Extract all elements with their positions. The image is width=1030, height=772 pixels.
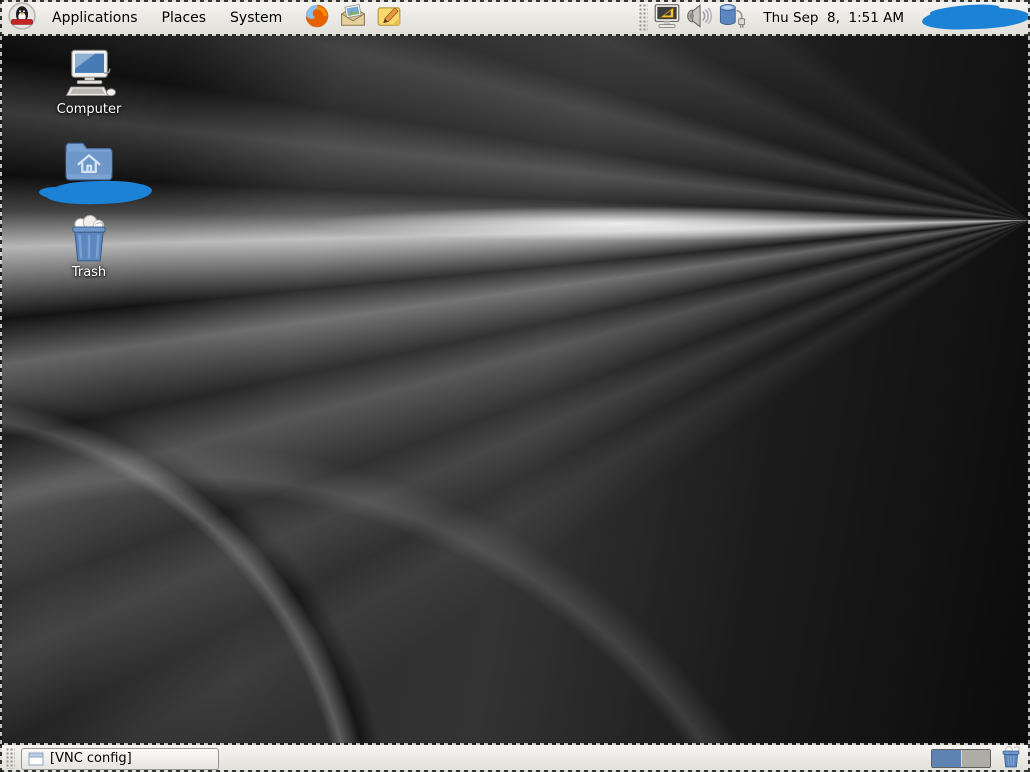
window-button-label: [VNC config] xyxy=(50,751,132,766)
email-launcher[interactable] xyxy=(338,3,368,33)
window-icon xyxy=(28,752,44,766)
firefox-launcher[interactable] xyxy=(302,3,332,33)
window-list-button-vnc-config[interactable]: [VNC config] xyxy=(21,747,219,770)
trash-icon-label: Trash xyxy=(71,265,107,280)
redaction-scribble-home-label xyxy=(45,179,153,206)
power-tray[interactable] xyxy=(715,3,747,33)
clock[interactable]: Thu Sep 8, 1:51 AM xyxy=(747,10,914,26)
workspace-2[interactable] xyxy=(960,750,990,767)
speaker-icon xyxy=(684,1,714,35)
menu-places[interactable]: Places xyxy=(150,0,219,35)
desktop-icon-computer[interactable]: Computer xyxy=(46,48,132,117)
desktop-icon-home[interactable] xyxy=(45,137,153,206)
email-icon xyxy=(339,2,367,34)
desktop-icon-trash[interactable]: Trash xyxy=(46,215,132,280)
computer-icon xyxy=(46,48,132,100)
menu-system[interactable]: System xyxy=(218,0,294,35)
user-area xyxy=(914,0,1030,36)
home-folder-icon xyxy=(46,137,132,183)
main-menu-button[interactable] xyxy=(7,1,37,34)
desktop[interactable]: Computer Trash xyxy=(0,36,1030,744)
top-panel: Applications Places System Thu Sep 8, 1:… xyxy=(0,0,1030,36)
bottom-panel: [VNC config] xyxy=(0,744,1030,772)
volume-tray[interactable] xyxy=(683,3,715,33)
notes-icon xyxy=(376,3,402,33)
trash-applet[interactable] xyxy=(999,745,1023,772)
display-settings-tray[interactable] xyxy=(651,3,683,33)
firefox-icon xyxy=(303,2,331,34)
tray-drag-handle[interactable] xyxy=(639,3,649,32)
notes-launcher[interactable] xyxy=(374,3,404,33)
redaction-scribble-top-right xyxy=(921,5,1030,31)
display-settings-icon xyxy=(652,1,682,35)
battery-plug-icon xyxy=(715,0,747,36)
trash-applet-icon xyxy=(999,745,1023,772)
menu-applications[interactable]: Applications xyxy=(40,0,150,35)
workspace-1-active[interactable] xyxy=(932,750,961,767)
computer-icon-label: Computer xyxy=(56,102,122,117)
trash-icon xyxy=(46,215,132,263)
window-list-drag-handle[interactable] xyxy=(6,747,15,770)
linux-penguin-badge-icon xyxy=(8,1,36,34)
screen: Applications Places System Thu Sep 8, 1:… xyxy=(0,0,1030,772)
workspace-switcher xyxy=(931,749,991,768)
